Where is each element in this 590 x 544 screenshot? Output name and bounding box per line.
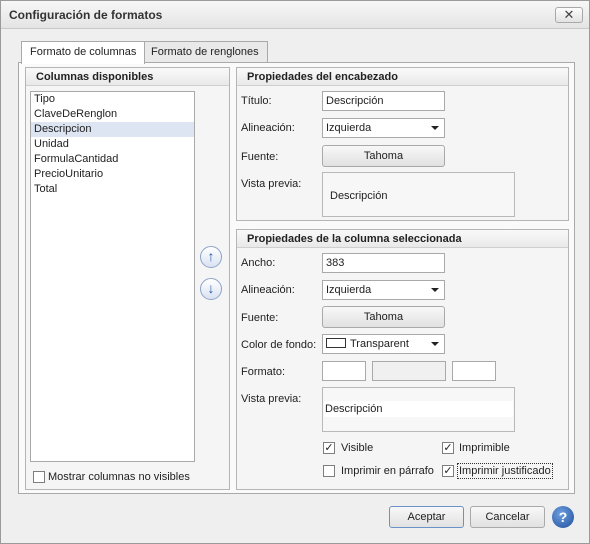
formato-input-1[interactable] xyxy=(322,361,366,381)
header-preview-box: Descripción xyxy=(322,172,515,217)
list-item[interactable]: Unidad xyxy=(31,137,194,152)
header-fuente-label: Fuente: xyxy=(241,151,279,163)
imprimible-checkbox[interactable]: ✓ xyxy=(442,442,454,454)
arrow-down-icon: ↓ xyxy=(207,280,215,296)
formato-input-2[interactable] xyxy=(372,361,446,381)
list-item[interactable]: Descripcion xyxy=(31,122,194,137)
dialog-window: Configuración de formatos ✕ Formato de c… xyxy=(0,0,590,544)
formato-input-3[interactable] xyxy=(452,361,496,381)
header-alineacion-select[interactable]: Izquierda xyxy=(322,118,445,138)
visible-checkbox[interactable]: ✓ xyxy=(323,442,335,454)
arrow-up-icon: ↑ xyxy=(207,248,215,264)
color-swatch xyxy=(326,338,346,348)
header-preview-label: Vista previa: xyxy=(241,178,302,190)
color-fondo-value: Transparent xyxy=(350,338,409,350)
visible-label: Visible xyxy=(341,442,374,454)
list-item[interactable]: FormulaCantidad xyxy=(31,152,194,167)
close-button[interactable]: ✕ xyxy=(555,7,583,23)
imprimir-justificado-checkbox[interactable]: ✓ xyxy=(442,465,454,477)
move-down-button[interactable]: ↓ xyxy=(200,278,222,300)
list-item[interactable]: ClaveDeRenglon xyxy=(31,107,194,122)
title-bar: Configuración de formatos ✕ xyxy=(1,1,589,29)
column-preview-strip: Descripción xyxy=(324,401,513,417)
color-fondo-select[interactable]: Transparent xyxy=(322,334,445,354)
column-preview-label: Vista previa: xyxy=(241,393,302,405)
tab-formato-columnas[interactable]: Formato de columnas xyxy=(21,41,146,64)
chevron-down-icon xyxy=(431,126,439,130)
titulo-input[interactable]: Descripción xyxy=(322,91,445,111)
ancho-label: Ancho: xyxy=(241,257,276,269)
help-icon: ? xyxy=(558,509,568,525)
header-fuente-button[interactable]: Tahoma xyxy=(322,145,445,167)
header-preview-text: Descripción xyxy=(330,190,388,202)
color-fondo-label: Color de fondo: xyxy=(241,339,317,351)
column-preview-box: Descripción xyxy=(322,387,515,432)
imprimir-justificado-label: Imprimir justificado xyxy=(457,463,553,479)
imprimir-parrafo-label: Imprimir en párrafo xyxy=(341,465,434,477)
tab-formato-renglones[interactable]: Formato de renglones xyxy=(142,41,268,63)
column-properties-title: Propiedades de la columna seleccionada xyxy=(237,230,568,248)
help-button[interactable]: ? xyxy=(552,506,574,528)
window-title: Configuración de formatos xyxy=(9,8,163,22)
column-alineacion-label: Alineación: xyxy=(241,284,295,296)
cancel-button[interactable]: Cancelar xyxy=(470,506,545,528)
header-properties-group: Propiedades del encabezado Título: Descr… xyxy=(236,67,569,221)
titulo-label: Título: xyxy=(241,95,272,107)
formato-label: Formato: xyxy=(241,366,286,378)
list-item[interactable]: PrecioUnitario xyxy=(31,167,194,182)
header-properties-title: Propiedades del encabezado xyxy=(237,68,568,86)
imprimir-parrafo-checkbox[interactable] xyxy=(323,465,335,477)
column-alineacion-select[interactable]: Izquierda xyxy=(322,280,445,300)
column-preview-text: Descripción xyxy=(325,403,383,415)
accept-button[interactable]: Aceptar xyxy=(389,506,464,528)
column-alineacion-value: Izquierda xyxy=(326,284,372,296)
ancho-input[interactable]: 383 xyxy=(322,253,445,273)
move-up-button[interactable]: ↑ xyxy=(200,246,222,268)
available-columns-header: Columnas disponibles xyxy=(26,68,229,86)
imprimible-label: Imprimible xyxy=(459,442,510,454)
list-item[interactable]: Total xyxy=(31,182,194,197)
tab-panel: Columnas disponibles Tipo ClaveDeRenglon… xyxy=(18,62,575,494)
column-fuente-button[interactable]: Tahoma xyxy=(322,306,445,328)
chevron-down-icon xyxy=(431,288,439,292)
show-hidden-checkbox[interactable] xyxy=(33,471,45,483)
column-properties-group: Propiedades de la columna seleccionada A… xyxy=(236,229,569,490)
columns-listbox[interactable]: Tipo ClaveDeRenglon Descripcion Unidad F… xyxy=(30,91,195,462)
close-icon: ✕ xyxy=(563,7,575,22)
header-alineacion-label: Alineación: xyxy=(241,122,295,134)
list-item[interactable]: Tipo xyxy=(31,92,194,107)
show-hidden-label: Mostrar columnas no visibles xyxy=(48,471,190,483)
column-fuente-label: Fuente: xyxy=(241,312,279,324)
available-columns-group: Columnas disponibles Tipo ClaveDeRenglon… xyxy=(25,67,230,490)
chevron-down-icon xyxy=(431,342,439,346)
header-alineacion-value: Izquierda xyxy=(326,122,372,134)
